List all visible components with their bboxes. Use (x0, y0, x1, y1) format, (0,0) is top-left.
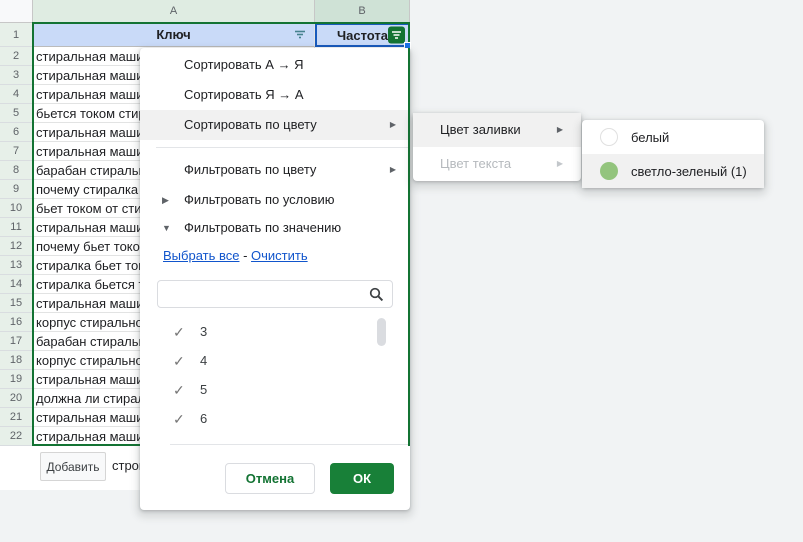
submenu-arrow-icon: ▶ (557, 147, 563, 181)
column-header-b[interactable]: B (315, 0, 410, 23)
filter-value-item[interactable]: ✓4 (140, 346, 410, 376)
filter-value-item[interactable]: ✓3 (140, 317, 410, 347)
checkmark-icon: ✓ (173, 375, 185, 405)
menu-item-filter-by-color[interactable]: Фильтровать по цвету ▶ (140, 155, 410, 185)
row-header[interactable]: 5 (0, 104, 33, 123)
menu-item-filter-by-values[interactable]: ▼ Фильтровать по значению (140, 213, 410, 243)
filter-value-item[interactable]: ✓6 (140, 404, 410, 434)
expand-collapsed-icon[interactable]: ▶ (162, 185, 169, 215)
submenu-item-fill-color[interactable]: Цвет заливки ▶ (413, 113, 581, 147)
row-header[interactable]: 13 (0, 256, 33, 275)
links-separator: - (239, 248, 251, 263)
row-header[interactable]: 7 (0, 142, 33, 161)
checkmark-icon: ✓ (173, 317, 185, 347)
fill-color-options-submenu: белый светло-зеленый (1) (582, 120, 764, 188)
row-header-1[interactable]: 1 (0, 23, 33, 47)
row-header[interactable]: 17 (0, 332, 33, 351)
color-swatch-icon (600, 162, 618, 180)
row-header[interactable]: 2 (0, 47, 33, 66)
filter-by-color-label: Фильтровать по цвету (184, 162, 316, 177)
cell-a1[interactable]: Ключ (33, 23, 315, 47)
fill-color-option[interactable]: светло-зеленый (1) (582, 154, 764, 188)
row-header[interactable]: 11 (0, 218, 33, 237)
row-header[interactable]: 3 (0, 66, 33, 85)
color-option-label: белый (631, 130, 669, 145)
select-all-corner[interactable] (0, 0, 33, 23)
clear-link[interactable]: Очистить (251, 248, 308, 263)
submenu-arrow-icon: ▶ (390, 155, 396, 185)
color-swatch-icon (600, 128, 618, 146)
add-rows-bar: Добавить строк (0, 446, 140, 490)
row-header[interactable]: 8 (0, 161, 33, 180)
fill-color-label: Цвет заливки (440, 122, 521, 137)
filter-value-item[interactable]: ✓5 (140, 375, 410, 405)
filter-range-right-border (408, 48, 410, 446)
row-header[interactable]: 19 (0, 370, 33, 389)
select-all-link[interactable]: Выбрать все (163, 248, 239, 263)
cell-b1-text: Частота (337, 28, 388, 43)
menu-item-sort-az[interactable]: Сортировать А → Я (140, 50, 410, 80)
cancel-button[interactable]: Отмена (225, 463, 315, 494)
row-header[interactable]: 9 (0, 180, 33, 199)
submenu-arrow-icon: ▶ (390, 110, 396, 140)
row-header[interactable]: 16 (0, 313, 33, 332)
row-header[interactable]: 10 (0, 199, 33, 218)
filter-menu: Сортировать А → Я Сортировать Я → А Сорт… (140, 48, 410, 510)
value-search-box (157, 280, 393, 308)
submenu-arrow-icon: ▶ (557, 113, 563, 147)
fill-color-option[interactable]: белый (582, 120, 764, 154)
row-header[interactable]: 4 (0, 85, 33, 104)
row-header[interactable]: 14 (0, 275, 33, 294)
filter-value-label: 5 (200, 375, 207, 405)
expand-expanded-icon[interactable]: ▼ (162, 213, 171, 243)
list-scrollbar-thumb[interactable] (377, 318, 386, 346)
menu-divider (156, 147, 410, 148)
row-header[interactable]: 18 (0, 351, 33, 370)
filter-value-label: 3 (200, 317, 207, 347)
value-search-input[interactable] (166, 284, 365, 306)
menu-item-sort-za[interactable]: Сортировать Я → А (140, 80, 410, 110)
checkmark-icon: ✓ (173, 346, 185, 376)
submenu-item-text-color: Цвет текста ▶ (413, 147, 581, 181)
cell-a1-text: Ключ (156, 27, 190, 42)
buttons-divider (170, 444, 410, 445)
menu-item-filter-by-condition[interactable]: ▶ Фильтровать по условию (140, 185, 410, 215)
text-color-label: Цвет текста (440, 156, 511, 171)
filter-value-label: 4 (200, 346, 207, 376)
cell-b1[interactable]: Частота (315, 23, 410, 47)
filter-values-list: ✓3✓4✓5✓6 (140, 314, 410, 444)
sort-by-color-label: Сортировать по цвету (184, 117, 317, 132)
filter-funnel-icon[interactable] (294, 27, 306, 42)
spreadsheet-app: A B 1 Ключ Частота 2стиральная маши3стир… (0, 0, 803, 542)
color-option-label: светло-зеленый (1) (631, 164, 747, 179)
filter-by-condition-label: Фильтровать по условию (184, 192, 335, 207)
row-header[interactable]: 20 (0, 389, 33, 408)
menu-item-sort-by-color[interactable]: Сортировать по цвету ▶ (140, 110, 410, 140)
sort-by-color-submenu: Цвет заливки ▶ Цвет текста ▶ (413, 113, 581, 181)
checkmark-icon: ✓ (173, 404, 185, 434)
search-icon (369, 287, 384, 307)
filter-value-label: 6 (200, 404, 207, 434)
ok-button[interactable]: ОК (330, 463, 394, 494)
row-header[interactable]: 22 (0, 427, 33, 446)
row-header[interactable]: 21 (0, 408, 33, 427)
row-header[interactable]: 6 (0, 123, 33, 142)
select-links: Выбрать все - Очистить (163, 248, 308, 263)
filter-by-values-label: Фильтровать по значению (184, 220, 341, 235)
row-header[interactable]: 12 (0, 237, 33, 256)
active-filter-button[interactable] (388, 27, 405, 44)
row-header[interactable]: 15 (0, 294, 33, 313)
column-header-a[interactable]: A (33, 0, 315, 23)
add-rows-button[interactable]: Добавить (40, 452, 106, 481)
